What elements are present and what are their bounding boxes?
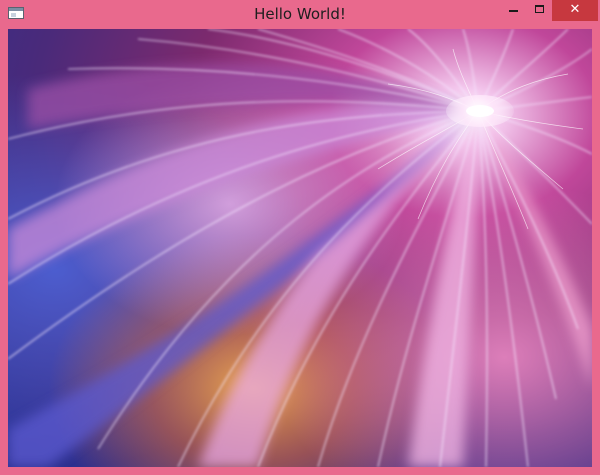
app-window: Hello World! ✕: [0, 0, 600, 475]
application-window-icon[interactable]: [8, 7, 24, 19]
close-icon: ✕: [569, 2, 581, 17]
render-canvas[interactable]: [8, 29, 592, 467]
title-bar[interactable]: Hello World! ✕: [0, 0, 600, 29]
minimize-button[interactable]: [500, 0, 527, 21]
maximize-icon: [535, 5, 544, 13]
abstract-swirl-image: [8, 29, 592, 467]
minimize-icon: [509, 10, 518, 12]
maximize-button[interactable]: [527, 0, 552, 21]
close-button[interactable]: ✕: [552, 0, 598, 21]
